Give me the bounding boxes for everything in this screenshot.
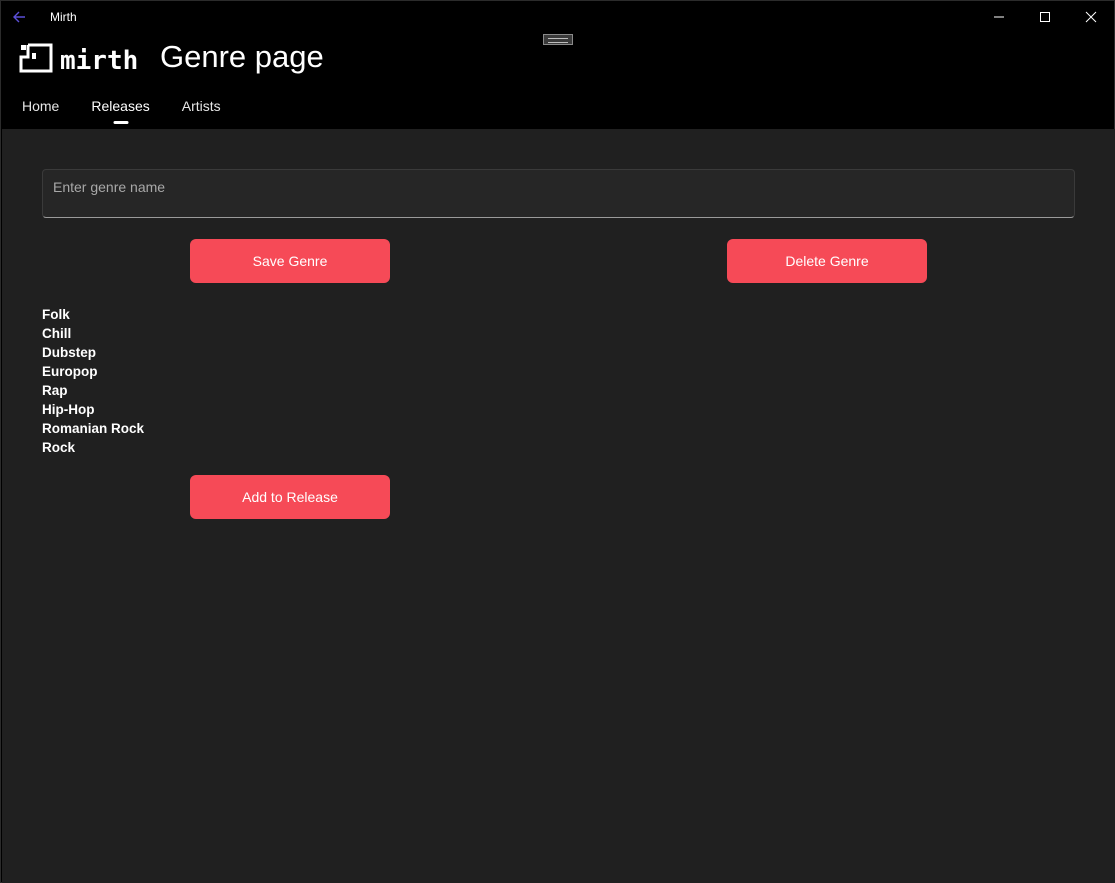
genre-list: Folk Chill Dubstep Europop Rap Hip-Hop R… <box>42 305 144 457</box>
save-genre-button[interactable]: Save Genre <box>190 239 390 283</box>
window-title: Mirth <box>50 10 77 24</box>
logo: mirth <box>18 42 138 79</box>
page-title: Genre page <box>160 39 324 74</box>
minimize-icon[interactable] <box>976 1 1022 33</box>
nav-item-home[interactable]: Home <box>22 98 59 114</box>
main-content: Save Genre Delete Genre Folk Chill Dubst… <box>2 129 1115 883</box>
genre-name-input[interactable] <box>42 169 1075 218</box>
title-bar[interactable]: Mirth <box>1 1 1114 33</box>
add-to-release-button[interactable]: Add to Release <box>190 475 390 519</box>
drag-handle-icon[interactable] <box>543 34 573 45</box>
genre-list-item[interactable]: Romanian Rock <box>42 419 144 438</box>
back-arrow-icon[interactable] <box>9 7 31 27</box>
genre-list-item[interactable]: Chill <box>42 324 144 343</box>
mirth-logo-icon <box>18 42 54 79</box>
maximize-icon[interactable] <box>1022 1 1068 33</box>
nav-item-artists[interactable]: Artists <box>182 98 221 114</box>
close-icon[interactable] <box>1068 1 1114 33</box>
genre-list-item[interactable]: Folk <box>42 305 144 324</box>
genre-list-item[interactable]: Dubstep <box>42 343 144 362</box>
delete-genre-button[interactable]: Delete Genre <box>727 239 927 283</box>
genre-list-item[interactable]: Rap <box>42 381 144 400</box>
window-controls <box>976 1 1114 33</box>
logo-text: mirth <box>60 45 139 76</box>
genre-list-item[interactable]: Rock <box>42 438 144 457</box>
genre-list-item[interactable]: Europop <box>42 362 144 381</box>
app-window: Mirth mirth Genre page Home Releases Art… <box>0 0 1115 883</box>
genre-list-item[interactable]: Hip-Hop <box>42 400 144 419</box>
nav-bar: Home Releases Artists <box>22 98 253 114</box>
nav-item-releases[interactable]: Releases <box>91 98 149 114</box>
